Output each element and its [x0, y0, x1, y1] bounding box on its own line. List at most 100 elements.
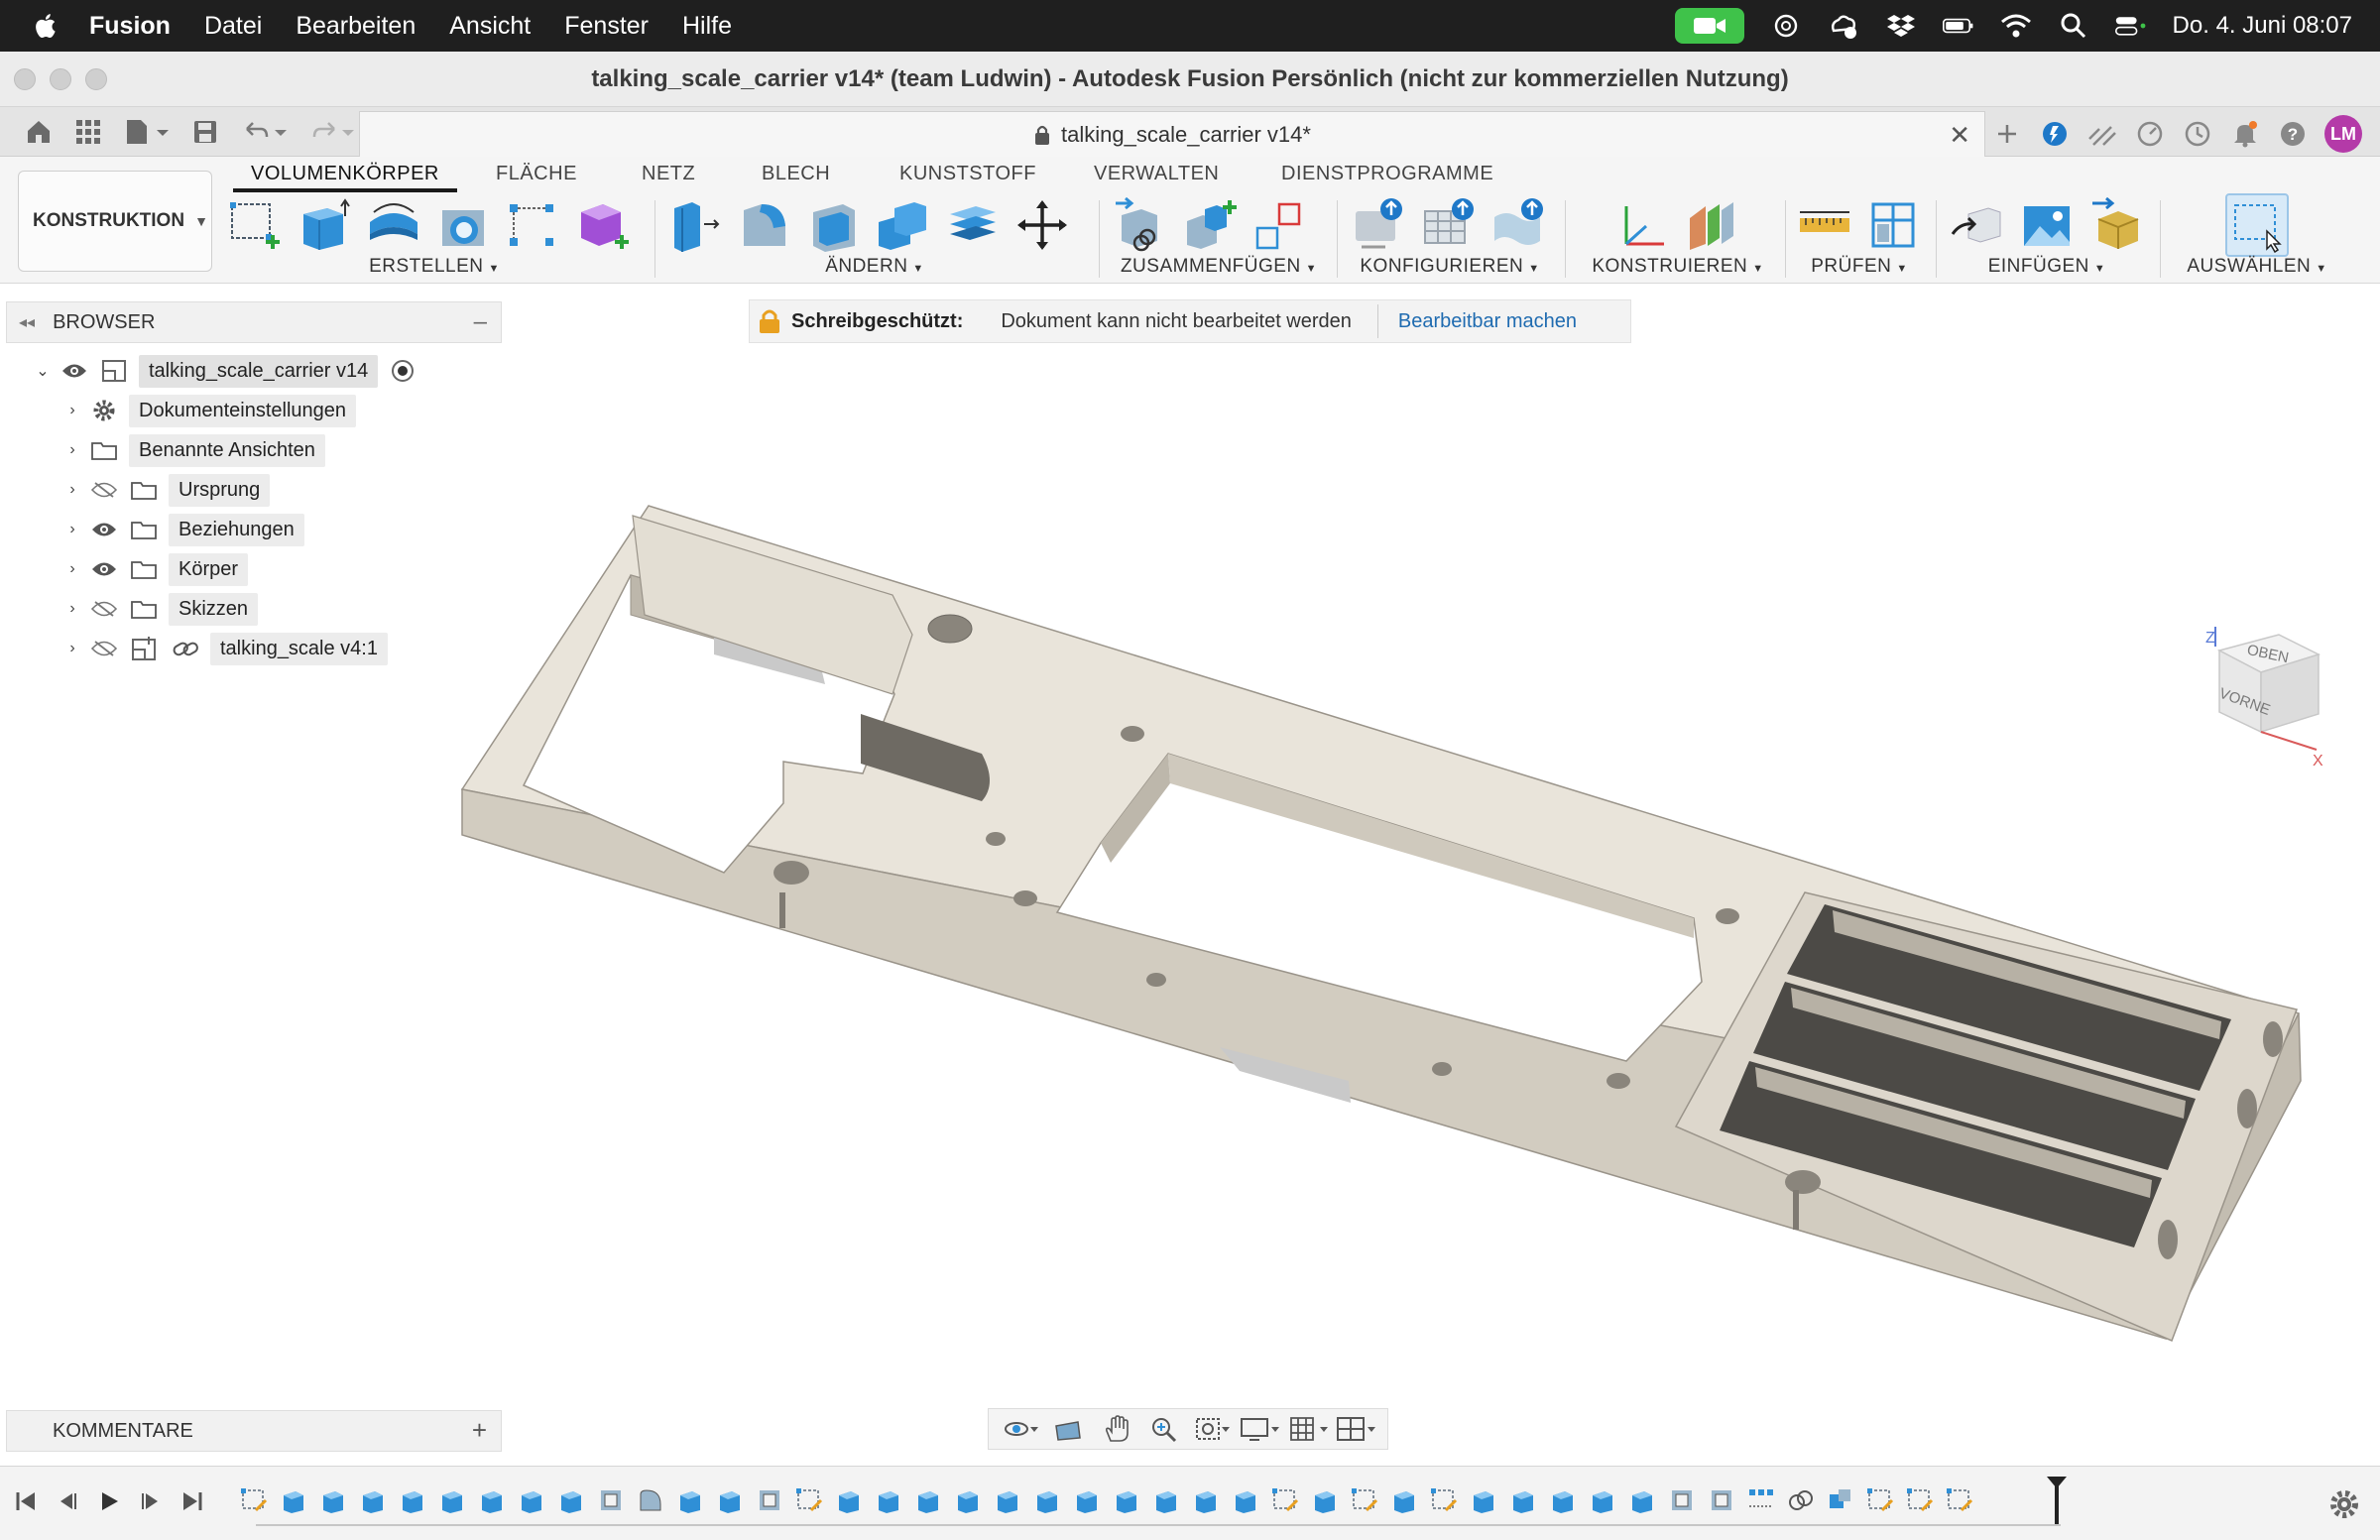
timeline-sketch-icon[interactable]: [238, 1484, 270, 1516]
eye-hidden-icon[interactable]: [87, 636, 121, 661]
eye-icon[interactable]: [87, 517, 121, 542]
timeline-extrude-icon[interactable]: [1388, 1484, 1420, 1516]
timeline-start-icon[interactable]: [14, 1486, 38, 1516]
move-copy-icon[interactable]: [1013, 196, 1071, 254]
tree-root[interactable]: ⌄ talking_scale_carrier v14: [28, 351, 415, 391]
tab-verwalten[interactable]: VERWALTEN: [1094, 163, 1219, 185]
collapse-panel-icon[interactable]: ◂◂: [19, 312, 35, 332]
hole-icon[interactable]: [434, 196, 492, 254]
timeline-previous-icon[interactable]: [56, 1486, 79, 1516]
select-window-icon[interactable]: [2225, 193, 2289, 257]
tab-volumenkoerper[interactable]: VOLUMENKÖRPER: [233, 163, 457, 192]
timeline-extrude-icon[interactable]: [1230, 1484, 1261, 1516]
data-panel-grid-icon[interactable]: [73, 117, 103, 147]
timeline-extrude-icon[interactable]: [1031, 1484, 1063, 1516]
timeline-extrude-icon[interactable]: [912, 1484, 944, 1516]
press-pull-icon[interactable]: [666, 196, 724, 254]
activate-radio-icon[interactable]: [392, 360, 415, 382]
chevron-right-icon[interactable]: ›: [58, 640, 87, 657]
menu-fenster[interactable]: Fenster: [564, 12, 649, 41]
konstruieren-menu[interactable]: KONSTRUIEREN ▼: [1579, 256, 1777, 278]
close-tab-icon[interactable]: ✕: [1949, 120, 1970, 151]
timeline-extrude-icon[interactable]: [1309, 1484, 1341, 1516]
revolve-icon[interactable]: [365, 196, 422, 254]
timeline-sketch-icon[interactable]: [1944, 1484, 1975, 1516]
erstellen-menu[interactable]: ERSTELLEN ▼: [226, 256, 643, 278]
timeline-extrude-icon[interactable]: [476, 1484, 508, 1516]
tab-blech[interactable]: BLECH: [762, 163, 830, 185]
timeline-extrude-icon[interactable]: [1071, 1484, 1103, 1516]
menu-clock[interactable]: Do. 4. Juni 08:07: [2173, 12, 2352, 40]
tree-item-talking-scale[interactable]: › talking_scale v4:1: [58, 629, 388, 668]
timeline-play-icon[interactable]: [97, 1486, 121, 1516]
display-settings-icon[interactable]: [1240, 1413, 1280, 1445]
eye-hidden-icon[interactable]: [87, 477, 121, 503]
construct-plane-icon[interactable]: [1684, 196, 1741, 254]
create-sketch-icon[interactable]: [226, 196, 284, 254]
zoom-icon[interactable]: [1144, 1413, 1184, 1445]
extrude-icon[interactable]: [296, 196, 353, 254]
configure-parameters-icon[interactable]: [1351, 196, 1408, 254]
tree-item-skizzen[interactable]: › Skizzen: [58, 589, 259, 629]
configure-rules-icon[interactable]: [1489, 196, 1547, 254]
timeline-extrude-icon[interactable]: [436, 1484, 468, 1516]
timeline-extrude-icon[interactable]: [1150, 1484, 1182, 1516]
menu-hilfe[interactable]: Hilfe: [682, 12, 732, 41]
help-icon[interactable]: ?: [2277, 118, 2309, 150]
timeline-pattern-icon[interactable]: [1745, 1484, 1777, 1516]
timeline-extrude-icon[interactable]: [992, 1484, 1023, 1516]
timeline-extrude-icon[interactable]: [555, 1484, 587, 1516]
workspace-switcher[interactable]: KONSTRUKTION ▼: [18, 171, 212, 272]
browser-panel-header[interactable]: ◂◂ BROWSER –: [6, 301, 502, 343]
timeline-sketch-icon[interactable]: [1349, 1484, 1380, 1516]
timeline-sketch-icon[interactable]: [1904, 1484, 1936, 1516]
timeline-track[interactable]: [256, 1524, 2061, 1526]
timeline-settings-gear-icon[interactable]: [2326, 1486, 2362, 1522]
tree-root-label[interactable]: talking_scale_carrier v14: [139, 354, 379, 388]
timeline-next-icon[interactable]: [139, 1486, 163, 1516]
battery-icon[interactable]: [1942, 10, 1974, 42]
chevron-right-icon[interactable]: ›: [58, 441, 87, 459]
konfigurieren-menu[interactable]: KONFIGURIEREN ▼: [1351, 256, 1549, 278]
history-clock-icon[interactable]: [2182, 118, 2213, 150]
model-body[interactable]: [0, 284, 2380, 1414]
eye-hidden-icon[interactable]: [87, 596, 121, 622]
creative-cloud-icon[interactable]: [1828, 10, 1859, 42]
spotlight-search-icon[interactable]: [2058, 10, 2089, 42]
timeline-shell-icon[interactable]: [754, 1484, 785, 1516]
menu-bearbeiten[interactable]: Bearbeiten: [296, 12, 416, 41]
look-at-icon[interactable]: [1048, 1413, 1088, 1445]
timeline-extrude-icon[interactable]: [873, 1484, 904, 1516]
control-center-icon[interactable]: [2114, 10, 2147, 42]
timeline-extrude-icon[interactable]: [397, 1484, 428, 1516]
chevron-right-icon[interactable]: ›: [58, 560, 87, 578]
file-menu-icon[interactable]: [123, 117, 171, 147]
section-analysis-icon[interactable]: [1865, 196, 1923, 254]
tab-netz[interactable]: NETZ: [642, 163, 695, 185]
notifications-bell-icon[interactable]: [2229, 118, 2261, 150]
user-avatar[interactable]: LM: [2324, 115, 2362, 153]
undo-icon[interactable]: [240, 117, 288, 147]
insert-derive-icon[interactable]: [1949, 196, 2006, 254]
timeline-extrude-icon[interactable]: [1547, 1484, 1579, 1516]
chevron-right-icon[interactable]: ›: [58, 481, 87, 499]
tab-flaeche[interactable]: FLÄCHE: [496, 163, 577, 185]
chevron-right-icon[interactable]: ›: [58, 600, 87, 618]
timeline-extrude-icon[interactable]: [1111, 1484, 1142, 1516]
document-tab[interactable]: talking_scale_carrier v14* ✕: [359, 111, 1985, 157]
timeline-extrude-icon[interactable]: [1507, 1484, 1539, 1516]
new-component-icon[interactable]: [1113, 196, 1170, 254]
timeline-extrude-icon[interactable]: [357, 1484, 389, 1516]
3d-viewport[interactable]: OBEN VORNE Z X: [0, 284, 2380, 1414]
redo-icon[interactable]: [307, 117, 355, 147]
eye-icon[interactable]: [58, 358, 91, 384]
timeline-extrude-icon[interactable]: [1587, 1484, 1618, 1516]
timeline-extrude-icon[interactable]: [952, 1484, 984, 1516]
minimize-panel-icon[interactable]: –: [474, 308, 487, 336]
aendern-menu[interactable]: ÄNDERN ▼: [666, 256, 1083, 278]
openai-icon[interactable]: [1770, 10, 1802, 42]
tab-kunststoff[interactable]: KUNSTSTOFF: [899, 163, 1036, 185]
create-form-icon[interactable]: [573, 196, 631, 254]
timeline-extrude-icon[interactable]: [674, 1484, 706, 1516]
timeline-fillet-icon[interactable]: [635, 1484, 666, 1516]
